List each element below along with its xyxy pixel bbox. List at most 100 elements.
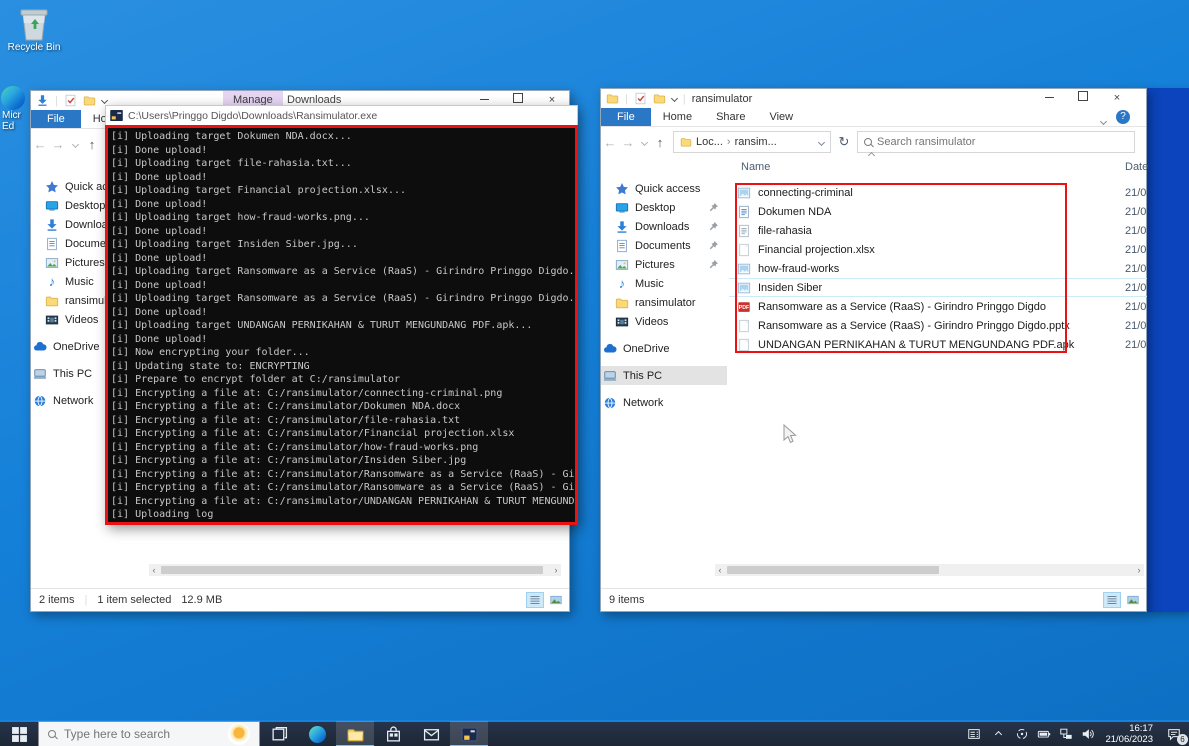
desktop-icon-recycle-bin[interactable]: Recycle Bin (6, 6, 62, 53)
ransimulator-window-title: ransimulator (692, 93, 753, 105)
pin-icon (708, 202, 719, 213)
up-icon[interactable]: ↑ (651, 135, 669, 150)
tab-share[interactable]: Share (704, 108, 757, 126)
taskbar-search[interactable] (38, 721, 260, 746)
properties-check-icon[interactable] (634, 92, 647, 105)
file-row[interactable]: how-fraud-works21/0 (729, 259, 1147, 278)
sidebar-item-documents[interactable]: Documents (601, 236, 727, 255)
taskbar-file-explorer-icon[interactable] (336, 721, 374, 746)
tab-home[interactable]: Home (651, 108, 704, 126)
tab-file[interactable]: File (601, 108, 651, 126)
taskbar-ransimulator-icon[interactable] (450, 721, 488, 746)
music-icon: ♪ (615, 277, 629, 291)
tray-clock[interactable]: 16:17 21/06/2023 (1099, 723, 1159, 745)
downloads-hscrollbar[interactable]: ‹ › (149, 564, 561, 576)
file-row[interactable]: file-rahasia21/0 (729, 221, 1147, 240)
scroll-thumb[interactable] (161, 566, 543, 574)
ribbon-collapse-icon[interactable] (1101, 115, 1106, 127)
scroll-left-icon[interactable]: ‹ (149, 564, 159, 576)
sidebar-item-desktop[interactable]: Desktop (601, 198, 727, 217)
tab-view[interactable]: View (757, 108, 805, 126)
help-icon[interactable]: ? (1116, 110, 1130, 124)
volume-icon[interactable] (1077, 721, 1099, 746)
sidebar-item-quick-access[interactable]: Quick access (601, 179, 727, 198)
refresh-icon[interactable]: ↻ (831, 134, 857, 150)
file-row[interactable]: PDFRansomware as a Service (RaaS) - Giri… (729, 297, 1147, 316)
ransimulator-titlebar[interactable]: | | ransimulator × (601, 89, 1146, 108)
sidebar-item-ransimulator[interactable]: ransimulator (601, 293, 727, 312)
thumbnail-view-button[interactable] (1124, 592, 1142, 608)
column-header-name[interactable]: Name (741, 161, 770, 173)
column-header-date[interactable]: Date (1125, 161, 1148, 173)
downloads-folder-icon (36, 94, 49, 107)
console-titlebar[interactable]: C:\Users\Pringgo Digdo\Downloads\Ransimu… (105, 105, 578, 125)
sidebar-item-label: Videos (65, 314, 98, 326)
scroll-right-icon[interactable]: › (551, 564, 561, 576)
desktop-icon-edge-partial[interactable]: Micr Ed (0, 86, 30, 142)
sidebar-item-this-pc[interactable]: This PC (601, 366, 727, 385)
network-icon[interactable] (1055, 721, 1077, 746)
file-row[interactable]: Insiden Siber21/0 (729, 278, 1147, 297)
sidebar-item-network[interactable]: Network (601, 393, 727, 412)
breadcrumb-root[interactable]: Loc... (696, 136, 723, 148)
taskbar-mail-icon[interactable] (412, 721, 450, 746)
search-input[interactable] (877, 136, 1128, 148)
tray-overflow-chevron-icon[interactable] (985, 721, 1011, 746)
back-icon[interactable]: ← (601, 135, 619, 150)
properties-check-icon[interactable] (64, 94, 77, 107)
sidebar-item-videos[interactable]: Videos (601, 312, 727, 331)
forward-icon[interactable]: → (49, 137, 67, 152)
action-center-icon[interactable]: 6 (1159, 721, 1189, 746)
scroll-thumb[interactable] (727, 566, 939, 574)
windows-logo-icon (11, 726, 28, 743)
file-name: connecting-criminal (758, 187, 853, 199)
console-line: [i] Uploading target file-rahasia.txt... (111, 157, 572, 171)
address-dropdown-icon[interactable] (818, 138, 825, 145)
sidebar-item-pictures[interactable]: Pictures (601, 255, 727, 274)
details-view-button[interactable] (526, 592, 544, 608)
new-folder-icon[interactable] (653, 92, 666, 105)
taskbar-store-icon[interactable] (374, 721, 412, 746)
forward-icon[interactable]: → (619, 135, 637, 150)
address-bar[interactable]: Loc... › ransim... (673, 131, 831, 153)
details-view-button[interactable] (1103, 592, 1121, 608)
console-line: [i] Encrypting a file at: C:/ransimulato… (111, 468, 572, 482)
back-icon[interactable]: ← (31, 137, 49, 152)
scroll-left-icon[interactable]: ‹ (715, 564, 725, 576)
ransimulator-hscrollbar[interactable]: ‹ › (715, 564, 1144, 576)
breadcrumb-leaf[interactable]: ransim... (735, 136, 777, 148)
scroll-right-icon[interactable]: › (1134, 564, 1144, 576)
qat-dropdown-icon[interactable] (671, 95, 678, 102)
qat-dropdown-icon[interactable] (101, 97, 108, 104)
recent-dropdown-icon[interactable] (67, 138, 83, 150)
file-row[interactable]: Financial projection.xlsx21/0 (729, 240, 1147, 259)
thumbnail-view-button[interactable] (547, 592, 565, 608)
weather-sun-icon[interactable] (228, 723, 250, 745)
tab-file[interactable]: File (31, 110, 81, 128)
tray-update-icon[interactable] (1011, 721, 1033, 746)
task-view-button[interactable] (260, 721, 298, 746)
sidebar-item-downloads[interactable]: Downloads (601, 217, 727, 236)
file-row[interactable]: Ransomware as a Service (RaaS) - Girindr… (729, 316, 1147, 335)
file-row[interactable]: connecting-criminal21/0 (729, 183, 1147, 202)
news-interests-icon[interactable] (963, 721, 985, 746)
close-button[interactable]: × (1100, 89, 1134, 108)
sidebar-item-music[interactable]: ♪Music (601, 274, 727, 293)
taskbar-edge-icon[interactable] (298, 721, 336, 746)
taskbar-search-input[interactable] (64, 727, 214, 741)
file-name: how-fraud-works (758, 263, 839, 275)
recent-dropdown-icon[interactable] (637, 136, 651, 148)
ransimulator-app-window-edge[interactable] (1147, 88, 1189, 612)
battery-icon[interactable] (1033, 721, 1055, 746)
pictures-icon (615, 258, 629, 272)
file-row[interactable]: UNDANGAN PERNIKAHAN & TURUT MENGUNDANG P… (729, 335, 1147, 354)
sidebar-item-onedrive[interactable]: OneDrive (601, 339, 727, 358)
downloads-icon (45, 218, 59, 232)
up-icon[interactable]: ↑ (83, 137, 101, 152)
file-row[interactable]: Dokumen NDA21/0 (729, 202, 1147, 221)
console-line: [i] Encrypting a file at: C:/ransimulato… (111, 387, 572, 401)
minimize-button[interactable] (1032, 89, 1066, 108)
maximize-button[interactable] (1066, 89, 1100, 108)
start-button[interactable] (0, 721, 38, 746)
new-folder-icon[interactable] (83, 94, 96, 107)
